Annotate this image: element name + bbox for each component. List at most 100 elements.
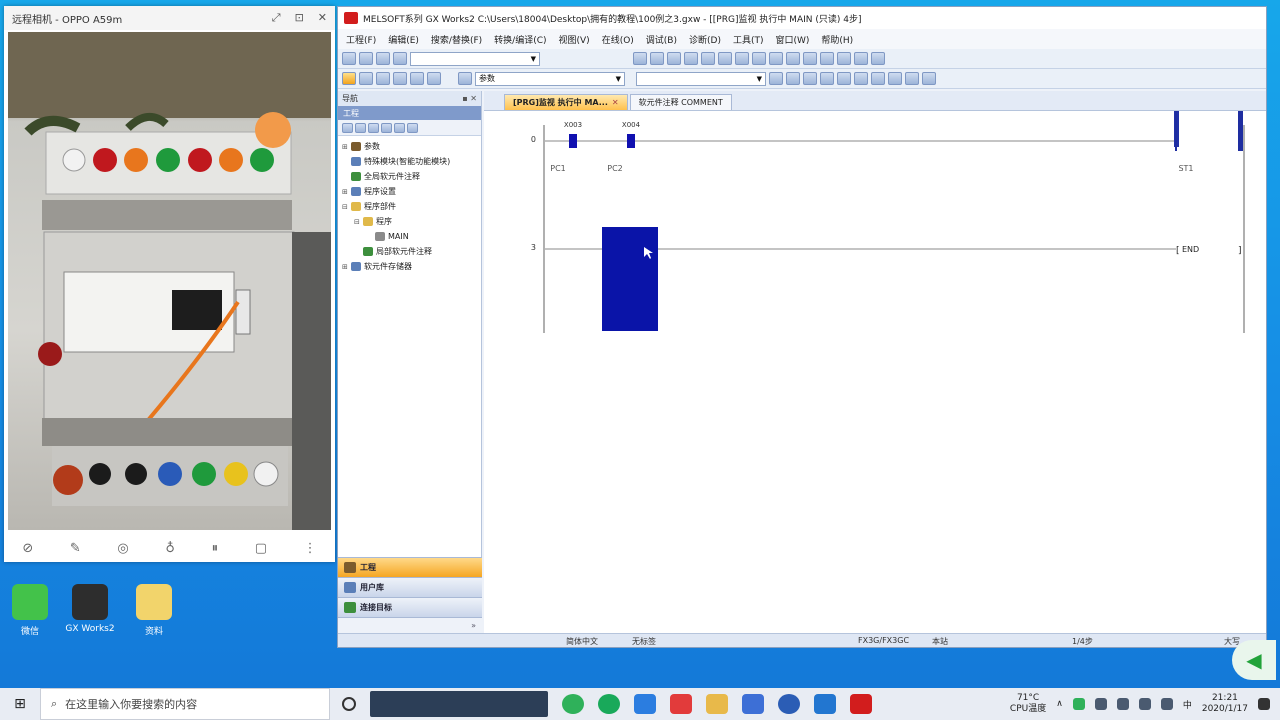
word-icon[interactable] (778, 694, 800, 714)
menu-item-diagnostics[interactable]: 诊断(D) (689, 33, 721, 46)
undo-icon[interactable] (684, 52, 698, 65)
brush-icon[interactable]: ✎ (70, 541, 81, 556)
contact-x004-active[interactable] (627, 134, 635, 148)
crop-icon[interactable]: ▢ (255, 541, 267, 556)
tree-item-intelligent-module[interactable]: 特殊模块(智能功能模块) (340, 154, 479, 169)
taskbar-search[interactable]: ⌕ 在这里输入你要搜索的内容 (40, 688, 330, 720)
menu-item-compile[interactable]: 转换/编译(C) (494, 33, 546, 46)
collapse-icon[interactable]: ⊟ (354, 218, 363, 226)
sub-dropdown[interactable]: ▼ (636, 71, 766, 86)
bulb-icon[interactable]: ♁ (165, 541, 175, 556)
network-icon[interactable] (1138, 698, 1151, 710)
falling-edge-icon[interactable] (922, 72, 936, 85)
fullscreen-icon[interactable]: ⤢ (272, 11, 281, 25)
tree-item-program[interactable]: ⊟ 程序 (340, 214, 479, 229)
help-icon[interactable] (871, 52, 885, 65)
nav-sort-icon[interactable] (394, 122, 405, 133)
nav-property-icon[interactable] (381, 122, 392, 133)
nav-window-icon[interactable] (342, 72, 356, 85)
instruction-icon[interactable] (854, 72, 868, 85)
settings-icon[interactable] (854, 52, 868, 65)
tab-prg-main[interactable]: [PRG]监视 执行中 MA... ✕ (504, 94, 628, 110)
tab-device-comment[interactable]: 软元件注释 COMMENT (629, 94, 732, 110)
paste-icon[interactable] (667, 52, 681, 65)
contact-nc-icon[interactable] (786, 72, 800, 85)
side-floating-widget[interactable]: ◀ (1232, 640, 1276, 680)
link-icon[interactable]: ⊘ (22, 541, 33, 556)
copy-icon[interactable] (650, 52, 664, 65)
redo-icon[interactable] (701, 52, 715, 65)
tree-item-global-comment[interactable]: 全局软元件注释 (340, 169, 479, 184)
tree-item-local-comment[interactable]: 局部软元件注释 (340, 244, 479, 259)
ladder-editor[interactable]: [PRG]监视 执行中 MA... ✕ 软元件注释 COMMENT 0 X003… (484, 91, 1266, 635)
desktop-icon-wechat[interactable]: 微信 (0, 584, 60, 637)
start-button[interactable]: ⊞ (0, 688, 40, 720)
diagnostics-icon[interactable] (837, 52, 851, 65)
tree-item-main[interactable]: MAIN (340, 229, 479, 244)
device-list-icon[interactable] (735, 52, 749, 65)
qq-browser-icon[interactable] (562, 694, 584, 714)
tray-app-icon[interactable] (1072, 698, 1085, 710)
contact-no-icon[interactable] (769, 72, 783, 85)
nav-filter-icon[interactable] (407, 122, 418, 133)
gxworks-window[interactable]: MELSOFT系列 GX Works2 C:\Users\18004\Deskt… (337, 6, 1267, 648)
camera-icon[interactable]: ◎ (117, 541, 128, 556)
rising-edge-icon[interactable] (905, 72, 919, 85)
nav-new-icon[interactable] (342, 122, 353, 133)
window-icon[interactable]: ⊡ (295, 11, 304, 25)
menu-item-online[interactable]: 在线(O) (602, 33, 634, 46)
microphone-icon[interactable] (1116, 698, 1129, 710)
cloud-icon[interactable] (1094, 698, 1107, 710)
menu-item-help[interactable]: 帮助(H) (821, 33, 853, 46)
nav-delete-icon[interactable] (368, 122, 379, 133)
nav-open-icon[interactable] (355, 122, 366, 133)
device-use-icon[interactable] (410, 72, 424, 85)
toolbar-dropdown[interactable]: ▼ (410, 51, 540, 66)
parameter-dropdown[interactable]: 参数 ▼ (475, 71, 625, 86)
parallel-nc-icon[interactable] (820, 72, 834, 85)
cut-icon[interactable] (633, 52, 647, 65)
monitor-stop-icon[interactable] (803, 52, 817, 65)
ladder-diagram[interactable]: 0 X003 PC1 X004 PC2 ST1 3 [ END ] (484, 111, 1266, 633)
print-icon[interactable] (393, 52, 407, 65)
more-icon[interactable]: ⋮ (304, 541, 317, 556)
vertical-line-icon[interactable] (888, 72, 902, 85)
expand-icon[interactable]: ⊞ (342, 263, 351, 271)
write-to-plc-icon[interactable] (752, 52, 766, 65)
monitor-icon[interactable] (786, 52, 800, 65)
input-method-icon[interactable]: 中 (1183, 698, 1192, 711)
task-view-icon[interactable] (342, 697, 356, 711)
menu-item-tools[interactable]: 工具(T) (733, 33, 764, 46)
tab-project[interactable]: 工程 (338, 557, 482, 577)
cpu-temperature[interactable]: 71°C CPU温度 (1010, 693, 1046, 715)
blue-app-icon[interactable] (814, 694, 836, 714)
chevron-up-icon[interactable]: ∧ (1056, 699, 1063, 709)
gxworks-taskbar-icon[interactable] (850, 694, 872, 714)
coil-icon[interactable] (837, 72, 851, 85)
open-project-icon[interactable] (359, 52, 373, 65)
phone-camera-window[interactable]: 远程相机 - OPPO A59m ⤢ ⊡ ✕ ⊘ ✎ ◎ ♁ ⏸ ▢ ⋮ (4, 6, 335, 562)
desktop-icon-gxworks[interactable]: GX Works2 (60, 584, 120, 634)
menu-item-edit[interactable]: 编辑(E) (388, 33, 419, 46)
folder-icon[interactable] (706, 694, 728, 714)
menu-item-view[interactable]: 视图(V) (559, 33, 590, 46)
collapse-icon[interactable]: ⊟ (342, 203, 351, 211)
expand-icon[interactable]: ⊞ (342, 143, 351, 151)
volume-icon[interactable] (1160, 698, 1173, 710)
new-project-icon[interactable] (342, 52, 356, 65)
arrow-app-icon[interactable] (634, 694, 656, 714)
chevron-right-icon[interactable]: » (471, 621, 476, 630)
tree-item-program-setting[interactable]: ⊞ 程序设置 (340, 184, 479, 199)
pin-close-icon[interactable]: ▪ ✕ (462, 94, 477, 103)
gxworks-titlebar[interactable]: MELSOFT系列 GX Works2 C:\Users\18004\Deskt… (338, 7, 1266, 29)
tree-item-program-parts[interactable]: ⊟ 程序部件 (340, 199, 479, 214)
cross-reference-icon[interactable] (393, 72, 407, 85)
parallel-no-icon[interactable] (803, 72, 817, 85)
search-icon[interactable] (718, 52, 732, 65)
close-icon[interactable]: ✕ (318, 11, 327, 25)
simulation-icon[interactable] (820, 52, 834, 65)
tree-item-device-memory[interactable]: ⊞ 软元件存储器 (340, 259, 479, 274)
output-window-icon[interactable] (376, 72, 390, 85)
print-preview-icon[interactable] (458, 72, 472, 85)
store-icon[interactable] (742, 694, 764, 714)
